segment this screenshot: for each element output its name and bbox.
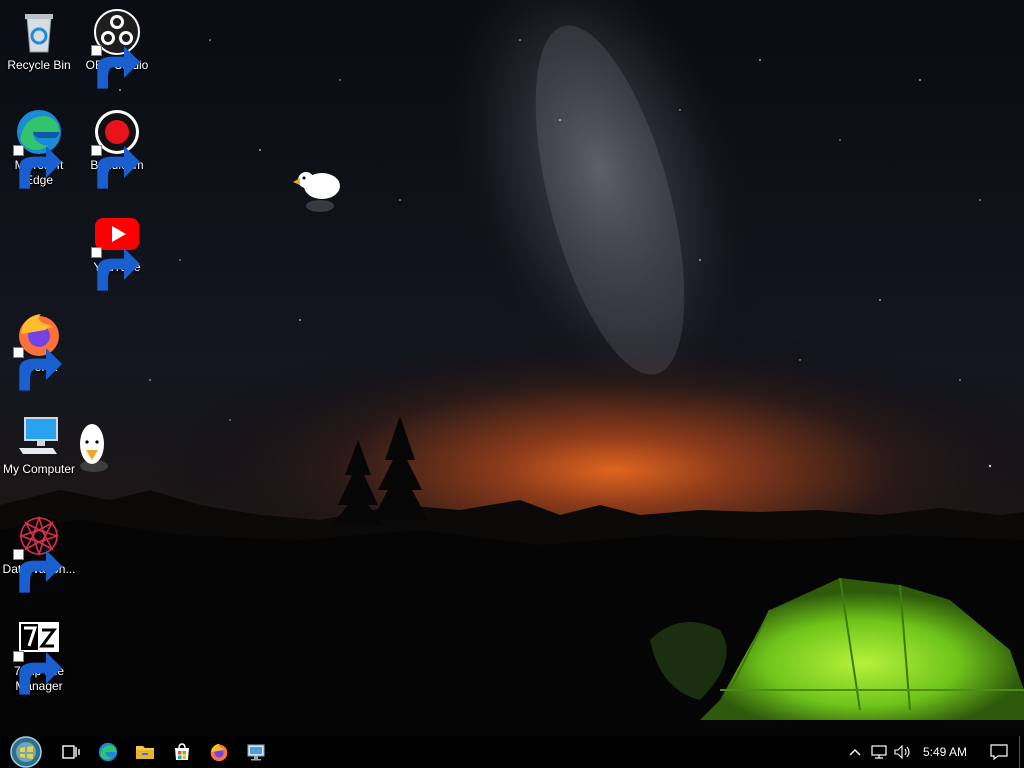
firefox-icon [210, 743, 227, 762]
shortcut-arrow-icon [13, 549, 62, 593]
seven-zip-icon [13, 614, 63, 695]
desktop-icon-youtube[interactable]: YouTube [78, 210, 156, 291]
volume-button[interactable] [891, 736, 915, 768]
desktop-icon-label: My Computer [2, 462, 76, 476]
shortcut-arrow-icon [91, 247, 140, 291]
start-button[interactable] [0, 736, 52, 768]
shortcut-arrow-icon [13, 145, 62, 189]
taskbar-file-explorer-button[interactable] [126, 736, 163, 768]
volume-icon [894, 745, 910, 759]
desktop-icon-my-computer[interactable]: My Computer [0, 412, 78, 477]
obs-studio-icon [91, 8, 141, 89]
duck-icon[interactable] [292, 164, 342, 214]
desktop-icon-obs-studio[interactable]: OBS Studio [78, 8, 156, 89]
recycle-bin-icon [15, 8, 63, 56]
firefox-icon [13, 310, 63, 391]
action-center-icon [990, 744, 1008, 760]
taskbar-edge-button[interactable] [89, 736, 126, 768]
shortcut-arrow-icon [13, 651, 62, 695]
desktop-icon-label: Recycle Bin [7, 58, 71, 72]
duck-icon[interactable] [76, 420, 112, 476]
edge-icon [98, 742, 117, 762]
taskbar-remote-desktop-button[interactable] [237, 736, 274, 768]
shortcut-arrow-icon [91, 45, 140, 89]
desktop-icon-recycle-bin[interactable]: Recycle Bin [0, 8, 78, 73]
chevron-up-icon [849, 749, 861, 756]
show-desktop-button[interactable] [1019, 736, 1024, 768]
desktop-icon-firefox[interactable]: Firefox [0, 310, 78, 391]
remote-desktop-icon [247, 744, 264, 761]
system-tray: 5:49 AM [843, 736, 1024, 768]
shortcut-arrow-icon [91, 145, 140, 189]
action-center-button[interactable] [979, 736, 1019, 768]
taskbar-firefox-button[interactable] [200, 736, 237, 768]
task-view-icon [61, 745, 80, 759]
datawagon-icon [13, 512, 63, 593]
desktop-icon-bandicam[interactable]: Bandicam [78, 108, 156, 189]
network-icon [871, 745, 887, 759]
bandicam-icon [91, 108, 141, 189]
youtube-icon [91, 210, 141, 291]
desktop-icon-microsoft-edge[interactable]: Microsoft Edge [0, 108, 78, 189]
taskbar-store-button[interactable] [163, 736, 200, 768]
file-explorer-icon [135, 746, 154, 759]
shortcut-arrow-icon [13, 347, 62, 391]
desktop-icon-datawagon[interactable]: DataWagon... [0, 512, 78, 593]
taskbar-clock[interactable]: 5:49 AM [915, 745, 979, 759]
computer-icon [15, 412, 63, 460]
store-icon [174, 743, 189, 760]
task-view-button[interactable] [52, 736, 89, 768]
desktop-icon-seven-zip[interactable]: 7-Zip File Manager [0, 614, 78, 695]
network-button[interactable] [867, 736, 891, 768]
edge-icon [13, 108, 63, 189]
start-orb-icon [10, 736, 42, 768]
show-hidden-icons-button[interactable] [843, 736, 867, 768]
taskbar: 5:49 AM [0, 736, 1024, 768]
